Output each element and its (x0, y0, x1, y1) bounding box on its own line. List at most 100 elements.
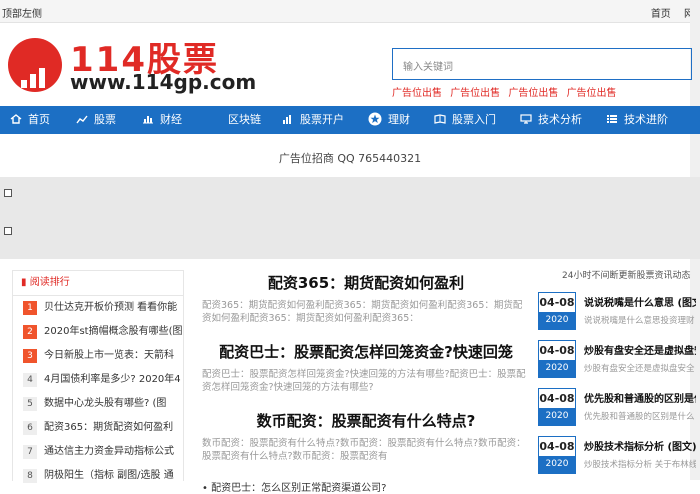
date-year: 2020 (539, 360, 575, 377)
ranking-item[interactable]: 7 通达信主力资金异动指标公式 (13, 440, 183, 464)
ranking-header: ▮ 阅读排行 (13, 271, 183, 296)
news-snippet: 说说税嘴是什么意思投资理财 (584, 316, 695, 326)
ranking-item[interactable]: 4 4月国债利率是多少? 2020年4 (13, 368, 183, 392)
reading-ranking: ▮ 阅读排行 1 贝仕达克开板价预测 看看你能 2 2020年st摘帽概念股有哪些(… (12, 270, 184, 483)
header-ad-link[interactable]: 广告位出售 (450, 88, 500, 99)
date-day: 04-08 (539, 392, 575, 405)
top-bar: 顶部左侧 首页 网 (0, 0, 700, 23)
nav-label: 财经 (160, 113, 182, 126)
news-snippet: 炒股技术指标分析 关于布林线 (584, 460, 696, 470)
bar-chart-icon (283, 115, 291, 124)
site-logo[interactable]: 114股票 www.114gp.com (8, 34, 256, 98)
nav-item-advanced[interactable]: 技术进阶 (606, 106, 668, 134)
main-nav: 首页 股票 财经 区块链 股票开户 理财 股票入门 技术分析 技术进阶 (0, 106, 700, 134)
header-ad-link[interactable]: 广告位出售 (392, 88, 442, 99)
article-list: 配资365：期货配资如何盈利 配资365：期货配资如何盈利配资365：期货配资如… (196, 272, 536, 494)
header-ad-link[interactable]: 广告位出售 (508, 88, 558, 99)
search-placeholder: 输入关键词 (403, 62, 453, 73)
header-ads: 广告位出售 广告位出售 广告位出售 广告位出售 (392, 84, 622, 99)
nav-label: 技术进阶 (624, 113, 668, 126)
nav-item-tech-analysis[interactable]: 技术分析 (520, 106, 582, 134)
chart-line-icon (76, 115, 88, 124)
header-ad-link[interactable]: 广告位出售 (567, 88, 617, 99)
nav-label: 股票入门 (452, 113, 496, 126)
rank-number: 8 (23, 469, 37, 483)
news-snippet: 炒股有盘安全还是虚拟盘安全 (584, 364, 695, 374)
rank-number: 7 (23, 445, 37, 459)
date-day: 04-08 (539, 440, 575, 453)
ranking-item-text: 2020年st摘帽概念股有哪些(图 (44, 326, 183, 337)
news-title[interactable]: 优先股和普通股的区别是什 (584, 390, 696, 405)
monitor-icon (520, 114, 532, 124)
bullet-link[interactable]: • 配资巴士：怎么区别正常配资渠道公司? (202, 479, 536, 494)
article-title[interactable]: 配资巴士：股票配资怎样回笼资金?快速回笼 (196, 341, 536, 362)
banner-ad[interactable]: 广告位招商 QQ 765440321 (0, 150, 700, 166)
date-badge: 04-08 2020 (538, 340, 576, 378)
ranking-item-text: 通达信主力资金异动指标公式 (44, 446, 174, 457)
news-snippet: 优先股和普通股的区别是什么 (584, 412, 695, 422)
ranking-item[interactable]: 3 今日新股上市一览表：天箭科 (13, 344, 183, 368)
nav-item-finance[interactable]: 财经 (142, 106, 182, 134)
date-year: 2020 (539, 456, 575, 473)
news-item[interactable]: 04-08 2020 优先股和普通股的区别是什优先股和普通股的区别是什么 (538, 388, 698, 436)
date-day: 04-08 (539, 296, 575, 309)
nav-label: 股票开户 (300, 113, 344, 126)
broken-image-icon (4, 189, 12, 197)
date-badge: 04-08 2020 (538, 436, 576, 474)
star-icon (368, 112, 382, 126)
bullet-link-text: 配资巴士：怎么区别正常配资渠道公司? (211, 483, 387, 494)
broken-image-icon (4, 227, 12, 235)
ranking-item[interactable]: 8 阴极阳生（指标 副图/选股 通 (13, 464, 183, 488)
nav-item-open-account[interactable]: 股票开户 (282, 106, 344, 134)
ranking-item-text: 数据中心龙头股有哪些? (图 (44, 398, 167, 409)
ranking-item-text: 4月国债利率是多少? 2020年4 (44, 374, 181, 385)
rank-number: 2 (23, 325, 37, 339)
rank-number: 1 (23, 301, 37, 315)
nav-item-basics[interactable]: 股票入门 (434, 106, 496, 134)
nav-label: 首页 (28, 113, 50, 126)
news-title[interactable]: 说说税嘴是什么意思 (图文 (584, 294, 696, 309)
rank-number: 5 (23, 397, 37, 411)
ranking-item[interactable]: 6 配资365：期货配资如何盈利 (13, 416, 183, 440)
nav-label: 技术分析 (538, 113, 582, 126)
ranking-item-text: 贝仕达克开板价预测 看看你能 (44, 302, 178, 313)
news-item[interactable]: 04-08 2020 炒股有盘安全还是虚拟盘安炒股有盘安全还是虚拟盘安全 (538, 340, 698, 388)
nav-item-stock[interactable]: 股票 (76, 106, 116, 134)
article-summary: 数币配资：股票配资有什么特点?数币配资：股票配资有什么特点?数币配资：股票配资有… (202, 438, 526, 462)
nav-label: 区块链 (228, 113, 261, 126)
article-title[interactable]: 数币配资：股票配资有什么特点? (196, 410, 536, 431)
ranking-item-text: 阴极阳生（指标 副图/选股 通 (44, 470, 174, 481)
article-summary: 配资巴士：股票配资怎样回笼资金?快速回笼的方法有哪些?配资巴士：股票配资怎样回笼… (202, 369, 526, 393)
ranking-item[interactable]: 5 数据中心龙头股有哪些? (图 (13, 392, 183, 416)
news-feed-header: 24小时不间断更新股票资讯动态 (562, 271, 691, 281)
article-summary: 配资365：期货配资如何盈利配资365：期货配资如何盈利配资365：期货配资如何… (202, 300, 523, 324)
nav-label: 股票 (94, 113, 116, 126)
home-icon (10, 114, 22, 124)
ranking-item-text: 配资365：期货配资如何盈利 (44, 422, 174, 433)
ranking-item[interactable]: 1 贝仕达克开板价预测 看看你能 (13, 296, 183, 320)
logo-url: www.114gp.com (70, 70, 257, 94)
date-badge: 04-08 2020 (538, 292, 576, 330)
article-title[interactable]: 配资365：期货配资如何盈利 (196, 272, 536, 293)
rank-number: 3 (23, 349, 37, 363)
news-item[interactable]: 04-08 2020 炒股技术指标分析 (图文) 炒股技术指标分析 关于布林线 (538, 436, 698, 484)
rank-number: 4 (23, 373, 37, 387)
news-title[interactable]: 炒股技术指标分析 (图文) (584, 438, 696, 453)
ranking-title: 阅读排行 (29, 277, 70, 288)
date-badge: 04-08 2020 (538, 388, 576, 426)
ranking-item[interactable]: 2 2020年st摘帽概念股有哪些(图 (13, 320, 183, 344)
news-title[interactable]: 炒股有盘安全还是虚拟盘安 (584, 342, 696, 357)
fire-icon: ▮ (21, 277, 27, 288)
top-link-home[interactable]: 首页 (651, 9, 671, 20)
search-input[interactable]: 输入关键词 (392, 48, 692, 80)
date-day: 04-08 (539, 344, 575, 357)
news-item[interactable]: 04-08 2020 说说税嘴是什么意思 (图文说说税嘴是什么意思投资理财 (538, 292, 698, 340)
nav-label: 理财 (388, 113, 410, 126)
list-icon (607, 115, 617, 123)
nav-item-home[interactable]: 首页 (10, 106, 50, 134)
top-left-text: 顶部左侧 (2, 9, 42, 20)
nav-item-blockchain[interactable]: 区块链 (228, 106, 261, 134)
logo-chart-icon (8, 38, 62, 92)
nav-item-wealth[interactable]: 理财 (368, 106, 410, 134)
ranking-item-text: 今日新股上市一览表：天箭科 (44, 350, 174, 361)
